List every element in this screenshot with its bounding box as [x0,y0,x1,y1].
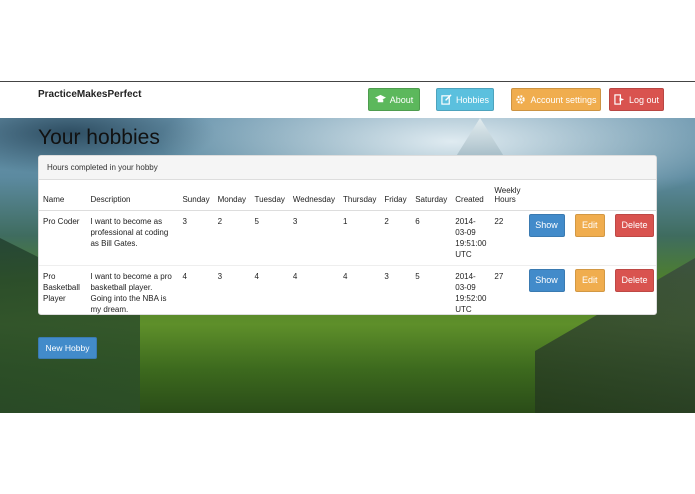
edit-button[interactable]: Edit [574,214,605,237]
edit-button[interactable]: Edit [574,269,605,292]
cell-monday: 2 [213,210,251,266]
table-header-row: Name Description Sunday Monday Tuesday W… [39,180,656,211]
header-weekly-hours: Weekly Hours [490,180,525,211]
cell-sunday: 4 [178,265,214,314]
header-thursday: Thursday [339,180,381,211]
cell-monday: 3 [213,265,251,314]
header-name: Name [39,180,87,211]
logout-button[interactable]: Log out [609,88,664,111]
account-settings-button[interactable]: Account settings [511,88,601,111]
cell-thursday: 4 [339,265,381,314]
cell-tuesday: 5 [250,210,289,266]
cell-saturday: 5 [411,265,452,314]
page-title: Your hobbies [38,126,160,149]
header-created: Created [451,180,491,211]
hobbies-label: Hobbies [455,94,490,105]
cell-tuesday: 4 [250,265,289,314]
mountain-peak [455,118,505,158]
graduation-cap-icon [374,94,386,103]
show-button[interactable]: Show [528,214,565,237]
cell-sunday: 3 [178,210,214,266]
cell-weekly-hours: 22 [490,210,525,266]
cell-friday: 3 [380,265,412,314]
header-actions [524,180,656,211]
cell-description: I want to become a pro basketball player… [86,265,179,314]
table-row: Pro Basketball Player I want to become a… [39,265,656,314]
table-row: Pro Coder I want to become as profession… [39,210,656,266]
navbar: PracticeMakesPerfect About Hobbies Accou… [0,82,695,118]
row-actions: Show Edit Delete [524,210,656,266]
new-hobby-button[interactable]: New Hobby [38,337,97,359]
cell-description: I want to become as professional at codi… [86,210,179,266]
cell-created: 2014-03-09 19:51:00 UTC [451,210,491,266]
header-friday: Friday [380,180,412,211]
hobbies-panel: Hours completed in your hobby Name Descr… [38,155,657,315]
delete-button[interactable]: Delete [615,269,654,292]
logout-label: Log out [628,94,660,105]
account-settings-label: Account settings [530,94,597,105]
header-sunday: Sunday [178,180,214,211]
cell-thursday: 1 [339,210,381,266]
show-button[interactable]: Show [528,269,565,292]
panel-heading: Hours completed in your hobby [39,156,656,180]
cell-saturday: 6 [411,210,452,266]
header-wednesday: Wednesday [288,180,339,211]
edit-icon [441,94,452,105]
header-description: Description [86,180,179,211]
about-button[interactable]: About [368,88,420,111]
cell-wednesday: 4 [288,265,339,314]
cell-created: 2014-03-09 19:52:00 UTC [451,265,491,314]
cell-name: Pro Coder [39,210,87,266]
header-tuesday: Tuesday [250,180,289,211]
logout-icon [614,94,625,105]
cell-weekly-hours: 27 [490,265,525,314]
header-monday: Monday [213,180,251,211]
cell-wednesday: 3 [288,210,339,266]
row-actions: Show Edit Delete [524,265,656,314]
brand[interactable]: PracticeMakesPerfect [38,89,141,100]
hobbies-button[interactable]: Hobbies [436,88,494,111]
cell-name: Pro Basketball Player [39,265,87,314]
hobbies-table: Name Description Sunday Monday Tuesday W… [39,180,656,314]
about-label: About [389,94,414,105]
delete-button[interactable]: Delete [615,214,654,237]
gear-icon [516,95,526,104]
cell-friday: 2 [380,210,412,266]
header-saturday: Saturday [411,180,452,211]
